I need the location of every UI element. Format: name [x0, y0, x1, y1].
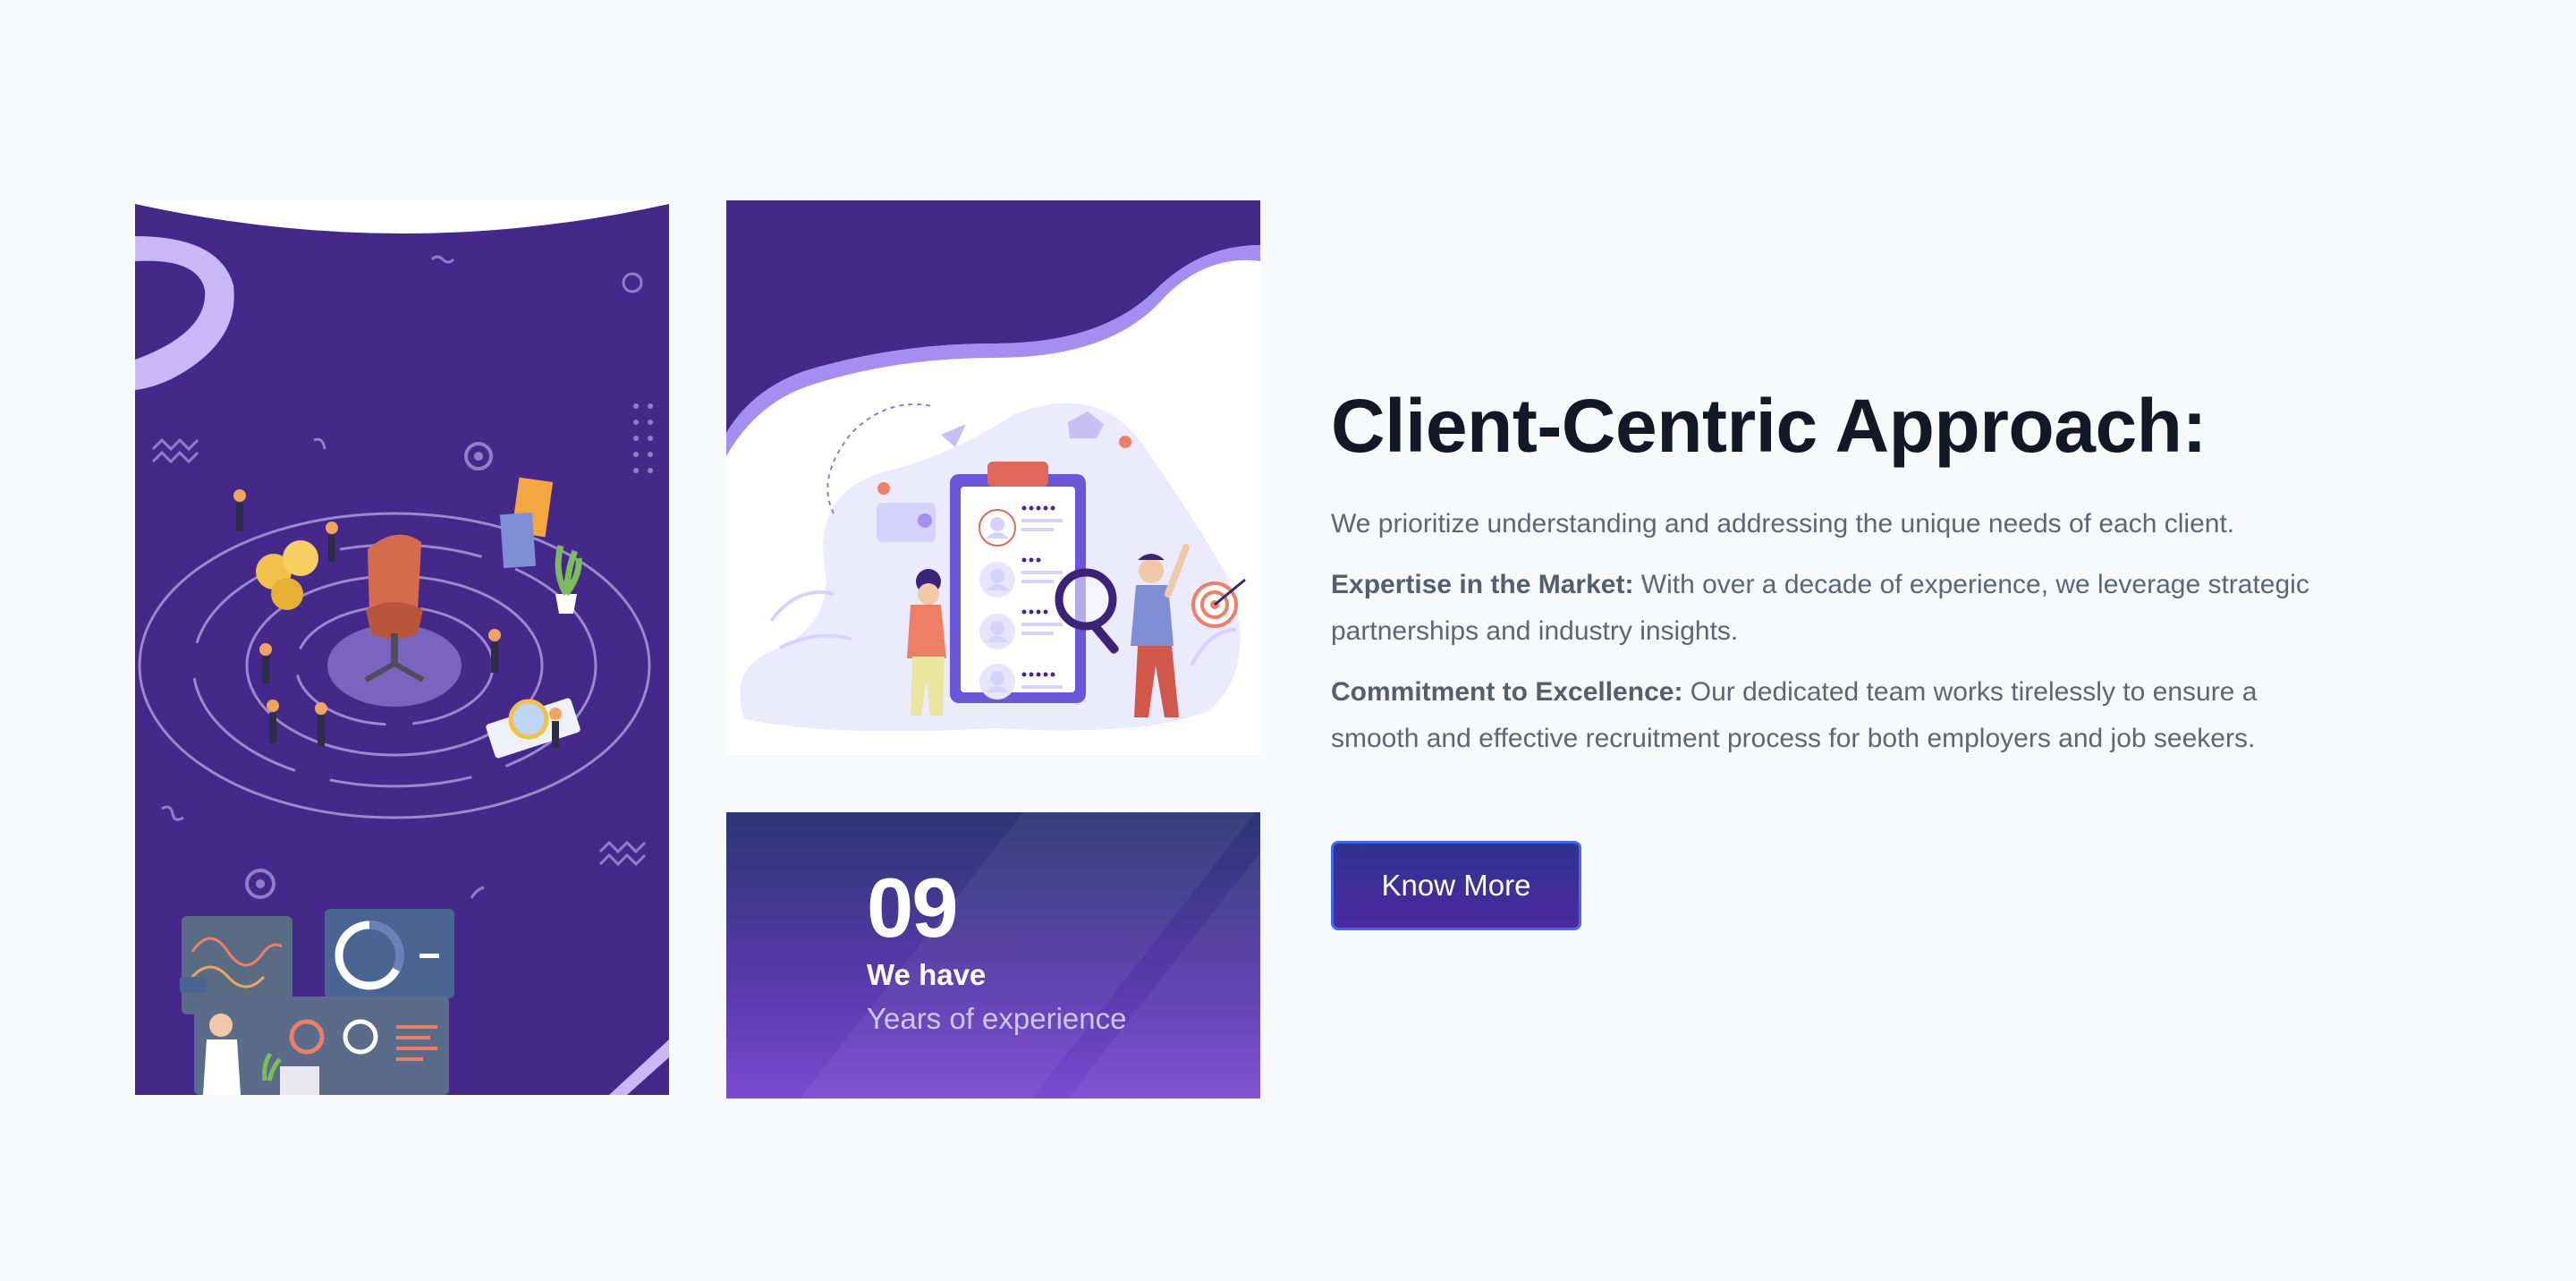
commitment-label: Commitment to Excellence: — [1331, 677, 1683, 708]
commitment-paragraph: Commitment to Excellence: Our dedicated … — [1331, 669, 2315, 762]
recruitment-illustration-art — [135, 200, 669, 1095]
section-heading: Client-Centric Approach: — [1331, 384, 2207, 468]
clipboard-illustration-art — [726, 200, 1260, 755]
candidate-clipboard-illustration — [726, 200, 1260, 755]
intro-paragraph: We prioritize understanding and addressi… — [1331, 509, 2235, 539]
stat-label: We have — [867, 958, 987, 991]
expertise-paragraph: Expertise in the Market: With over a dec… — [1331, 562, 2315, 655]
recruitment-target-illustration — [135, 200, 669, 1095]
content-section: Client-Centric Approach: We prioritize u… — [1331, 384, 2360, 931]
stat-sublabel: Years of experience — [867, 1002, 1127, 1035]
expertise-label: Expertise in the Market: — [1331, 570, 1634, 600]
years-number: 09 — [867, 861, 959, 954]
know-more-button[interactable]: Know More — [1331, 841, 1581, 931]
experience-stat-card: 09 We have Years of experience — [726, 812, 1260, 1099]
